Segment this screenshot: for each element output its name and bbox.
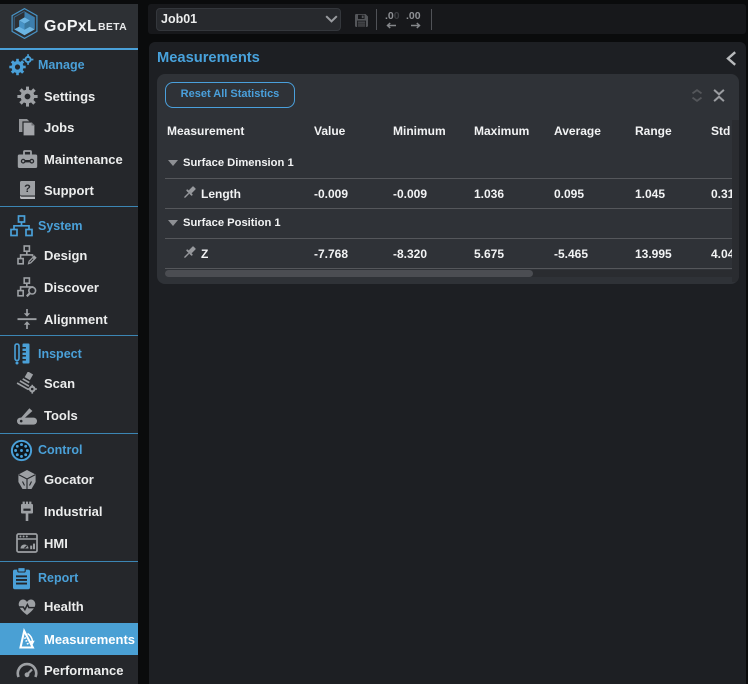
svg-text:?: ? — [24, 183, 31, 195]
